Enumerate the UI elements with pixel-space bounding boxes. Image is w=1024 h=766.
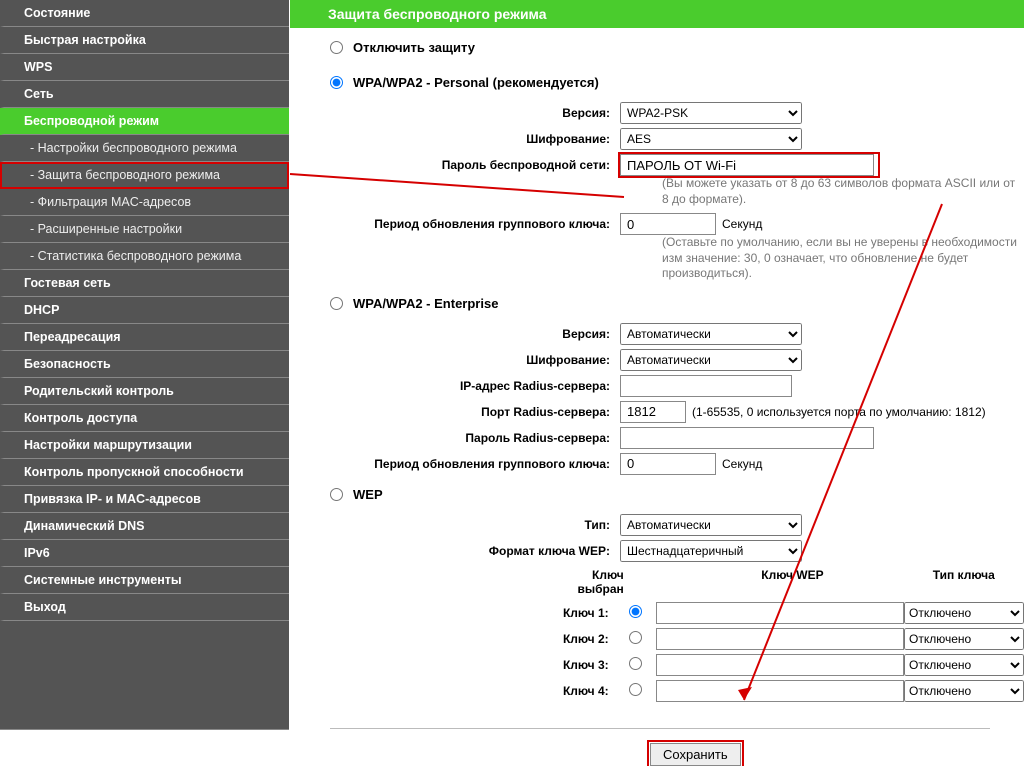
select-wpa-encryption[interactable]: AES	[620, 128, 802, 150]
wep-head-type: Тип ключа	[903, 568, 1024, 596]
sidebar-item-16[interactable]: Настройки маршрутизации	[0, 432, 289, 459]
label-radius-port: Порт Radius-сервера:	[330, 405, 620, 419]
label-wireless-password: Пароль беспроводной сети:	[330, 158, 620, 172]
wep-key-label: Ключ 1:	[548, 606, 615, 620]
wep-key-row: Ключ 4: Отключено	[548, 678, 1024, 704]
sidebar-item-6[interactable]: - Защита беспроводного режима	[0, 162, 289, 189]
wep-head-key: Ключ WEP	[681, 568, 903, 596]
wep-key-table: Ключ выбран Ключ WEP Тип ключа Ключ 1: От…	[330, 564, 1024, 704]
input-wep-key-3[interactable]	[656, 654, 904, 676]
label-encryption: Шифрование:	[330, 132, 620, 146]
select-wep-type[interactable]: Автоматически	[620, 514, 802, 536]
select-wep-format[interactable]: Шестнадцатеричный	[620, 540, 802, 562]
sidebar-item-10[interactable]: Гостевая сеть	[0, 270, 289, 297]
label-group-key-period: Период обновления группового ключа:	[330, 217, 620, 231]
radio-wep[interactable]	[330, 488, 343, 501]
wep-key-row: Ключ 2: Отключено	[548, 626, 1024, 652]
sidebar-item-2[interactable]: WPS	[0, 54, 289, 81]
sidebar-item-18[interactable]: Привязка IP- и MAC-адресов	[0, 486, 289, 513]
wep-key-row: Ключ 3: Отключено	[548, 652, 1024, 678]
input-wep-key-2[interactable]	[656, 628, 904, 650]
select-ent-version[interactable]: Автоматически	[620, 323, 802, 345]
option-wpa-personal: WPA/WPA2 - Personal (рекомендуется)	[353, 75, 599, 90]
sidebar-item-11[interactable]: DHCP	[0, 297, 289, 324]
label-radius-password: Пароль Radius-сервера:	[330, 431, 620, 445]
sidebar-item-5[interactable]: - Настройки беспроводного режима	[0, 135, 289, 162]
page-title: Защита беспроводного режима	[290, 0, 1024, 28]
label-ent-encryption: Шифрование:	[330, 353, 620, 367]
label-wep-type: Тип:	[330, 518, 620, 532]
sidebar-item-17[interactable]: Контроль пропускной способности	[0, 459, 289, 486]
input-radius-ip[interactable]	[620, 375, 792, 397]
sidebar-item-21[interactable]: Системные инструменты	[0, 567, 289, 594]
radio-wpa-personal[interactable]	[330, 76, 343, 89]
wep-key-row: Ключ 1: Отключено	[548, 600, 1024, 626]
radio-wpa-enterprise[interactable]	[330, 297, 343, 310]
sidebar-item-4[interactable]: Беспроводной режим	[0, 108, 289, 135]
radio-wep-key-4[interactable]	[629, 683, 642, 696]
input-radius-password[interactable]	[620, 427, 874, 449]
hint-password: (Вы можете указать от 8 до 63 символов ф…	[330, 176, 1024, 207]
divider	[330, 728, 990, 729]
label-ent-group-key-period: Период обновления группового ключа:	[330, 457, 620, 471]
wep-key-label: Ключ 2:	[548, 632, 615, 646]
option-wpa-enterprise: WPA/WPA2 - Enterprise	[353, 296, 498, 311]
radio-wep-key-1[interactable]	[629, 605, 642, 618]
sidebar-item-12[interactable]: Переадресация	[0, 324, 289, 351]
wep-head-selected: Ключ выбран	[548, 568, 630, 596]
label-ent-version: Версия:	[330, 327, 620, 341]
sidebar-item-0[interactable]: Состояние	[0, 0, 289, 27]
sidebar-item-9[interactable]: - Статистика беспроводного режима	[0, 243, 289, 270]
radio-disable-security[interactable]	[330, 41, 343, 54]
sidebar-item-8[interactable]: - Расширенные настройки	[0, 216, 289, 243]
select-wep-key-type-4[interactable]: Отключено	[904, 680, 1024, 702]
sidebar-item-15[interactable]: Контроль доступа	[0, 405, 289, 432]
input-group-key-period[interactable]	[620, 213, 716, 235]
input-radius-port[interactable]	[620, 401, 686, 423]
sidebar-item-22[interactable]: Выход	[0, 594, 289, 621]
sidebar-item-19[interactable]: Динамический DNS	[0, 513, 289, 540]
select-ent-encryption[interactable]: Автоматически	[620, 349, 802, 371]
unit-seconds-ent: Секунд	[722, 457, 762, 471]
wep-key-label: Ключ 4:	[548, 684, 615, 698]
main-content: Защита беспроводного режима Отключить за…	[296, 0, 1024, 730]
label-radius-ip: IP-адрес Radius-сервера:	[330, 379, 620, 393]
select-wep-key-type-2[interactable]: Отключено	[904, 628, 1024, 650]
hint-radius-port: (1-65535, 0 используется порта по умолча…	[692, 405, 986, 419]
input-wep-key-4[interactable]	[656, 680, 904, 702]
sidebar-item-14[interactable]: Родительский контроль	[0, 378, 289, 405]
save-button[interactable]: Сохранить	[650, 743, 741, 766]
hint-group-key: (Оставьте по умолчанию, если вы не увере…	[330, 235, 1024, 282]
option-wep: WEP	[353, 487, 383, 502]
sidebar-item-3[interactable]: Сеть	[0, 81, 289, 108]
option-disable-security: Отключить защиту	[353, 40, 475, 55]
label-wep-format: Формат ключа WEP:	[330, 544, 620, 558]
input-ent-group-key-period[interactable]	[620, 453, 716, 475]
radio-wep-key-2[interactable]	[629, 631, 642, 644]
radio-wep-key-3[interactable]	[629, 657, 642, 670]
input-wep-key-1[interactable]	[656, 602, 904, 624]
sidebar-item-1[interactable]: Быстрая настройка	[0, 27, 289, 54]
sidebar-item-20[interactable]: IPv6	[0, 540, 289, 567]
input-wireless-password[interactable]	[620, 154, 874, 176]
select-wpa-version[interactable]: WPA2-PSK	[620, 102, 802, 124]
select-wep-key-type-1[interactable]: Отключено	[904, 602, 1024, 624]
label-version: Версия:	[330, 106, 620, 120]
sidebar-item-7[interactable]: - Фильтрация MAC-адресов	[0, 189, 289, 216]
password-highlight-box	[620, 154, 878, 176]
unit-seconds: Секунд	[722, 217, 762, 231]
sidebar: СостояниеБыстрая настройкаWPSСетьБеспров…	[0, 0, 289, 730]
wep-key-label: Ключ 3:	[548, 658, 615, 672]
select-wep-key-type-3[interactable]: Отключено	[904, 654, 1024, 676]
sidebar-item-13[interactable]: Безопасность	[0, 351, 289, 378]
